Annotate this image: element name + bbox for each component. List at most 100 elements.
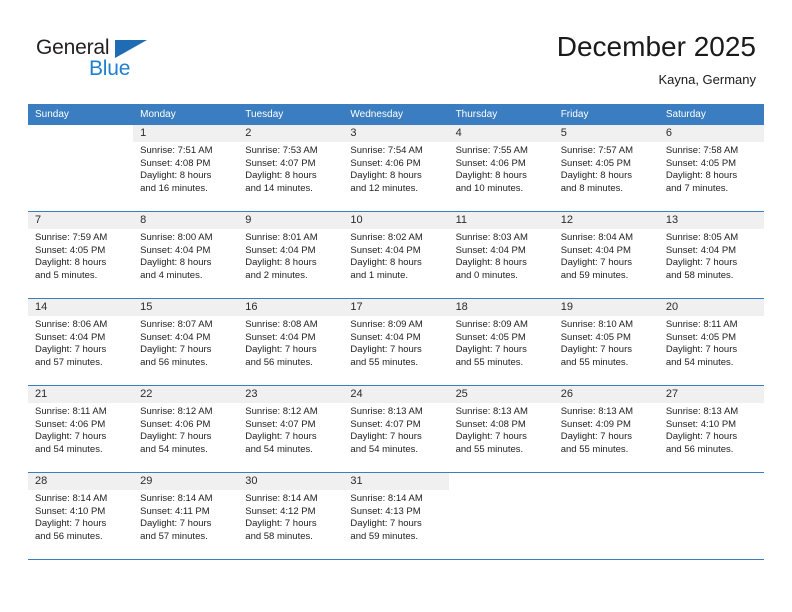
calendar-day-cell[interactable]: 17 Sunrise: 8:09 AM Sunset: 4:04 PM Dayligh… bbox=[343, 298, 449, 386]
general-blue-logo[interactable]: General Blue bbox=[36, 36, 196, 86]
calendar-day-cell[interactable]: 29 Sunrise: 8:14 AM Sunset: 4:11 PM Dayligh… bbox=[133, 472, 239, 560]
sunrise-time: Sunrise: 8:00 AM bbox=[140, 232, 213, 243]
daylight-line-1: Daylight: 7 hours bbox=[35, 344, 107, 356]
calendar-day-cell[interactable]: 28 Sunrise: 8:14 AM Sunset: 4:10 PM Dayligh… bbox=[28, 472, 134, 560]
day-number: 19 bbox=[553, 299, 659, 316]
sunset-time: Sunset: 4:13 PM bbox=[350, 505, 421, 517]
day-details: Sunrise: 8:01 AM Sunset: 4:04 PM Daylight:… bbox=[238, 229, 343, 282]
calendar-day-cell[interactable]: 14 Sunrise: 8:06 AM Sunset: 4:04 PM Dayligh… bbox=[28, 298, 134, 386]
calendar-day-cell[interactable]: 8 Sunrise: 8:00 AM Sunset: 4:04 PM Daylight… bbox=[133, 211, 239, 299]
day-details: Sunrise: 8:08 AM Sunset: 4:04 PM Daylight:… bbox=[238, 316, 343, 369]
day-number: 21 bbox=[28, 386, 134, 403]
day-details: Sunrise: 8:06 AM Sunset: 4:04 PM Daylight:… bbox=[28, 316, 133, 369]
calendar-day-cell[interactable]: 10 Sunrise: 8:02 AM Sunset: 4:04 PM Dayligh… bbox=[343, 211, 449, 299]
day-cell-inner: 22 Sunrise: 8:12 AM Sunset: 4:06 PM Dayligh… bbox=[133, 386, 239, 472]
day-details: Sunrise: 7:53 AM Sunset: 4:07 PM Daylight:… bbox=[238, 142, 343, 195]
sunset-time: Sunset: 4:09 PM bbox=[560, 418, 631, 430]
daylight-line-1: Daylight: 7 hours bbox=[245, 344, 317, 356]
daylight-line-2: and 58 minutes. bbox=[665, 269, 734, 281]
sunrise-time: Sunrise: 8:01 AM bbox=[245, 232, 318, 243]
day-number: 7 bbox=[28, 212, 134, 229]
calendar-day-cell[interactable]: 15 Sunrise: 8:07 AM Sunset: 4:04 PM Dayligh… bbox=[133, 298, 239, 386]
calendar-day-cell[interactable]: 13 Sunrise: 8:05 AM Sunset: 4:04 PM Dayligh… bbox=[658, 211, 764, 299]
day-number: 18 bbox=[448, 299, 554, 316]
day-cell-inner: 12 Sunrise: 8:04 AM Sunset: 4:04 PM Dayligh… bbox=[553, 212, 659, 298]
logo-text-blue: Blue bbox=[89, 57, 131, 80]
calendar-day-cell[interactable]: 9 Sunrise: 8:01 AM Sunset: 4:04 PM Daylight… bbox=[238, 211, 344, 299]
daylight-line-1: Daylight: 8 hours bbox=[455, 257, 527, 269]
calendar-day-cell[interactable]: 18 Sunrise: 8:09 AM Sunset: 4:05 PM Dayligh… bbox=[448, 298, 554, 386]
sunrise-time: Sunrise: 8:08 AM bbox=[245, 319, 318, 330]
day-number: 5 bbox=[553, 125, 659, 142]
day-details: Sunrise: 8:12 AM Sunset: 4:06 PM Daylight:… bbox=[133, 403, 238, 456]
sunrise-time: Sunrise: 8:06 AM bbox=[35, 319, 108, 330]
day-number: 20 bbox=[658, 299, 764, 316]
calendar-day-cell[interactable]: 21 Sunrise: 8:11 AM Sunset: 4:06 PM Dayligh… bbox=[28, 385, 134, 473]
day-number: 4 bbox=[448, 125, 554, 142]
day-cell-inner: 23 Sunrise: 8:12 AM Sunset: 4:07 PM Dayligh… bbox=[238, 386, 344, 472]
calendar-day-cell[interactable]: 25 Sunrise: 8:13 AM Sunset: 4:08 PM Dayligh… bbox=[448, 385, 554, 473]
sunset-time: Sunset: 4:05 PM bbox=[665, 331, 737, 343]
daylight-line-2: and 56 minutes. bbox=[35, 530, 103, 542]
daylight-line-2: and 56 minutes. bbox=[665, 443, 734, 455]
day-number: 26 bbox=[553, 386, 659, 403]
calendar-page: General Blue December 2025 Kayna, German… bbox=[0, 0, 792, 612]
calendar-day-cell[interactable]: 20 Sunrise: 8:11 AM Sunset: 4:05 PM Dayligh… bbox=[658, 298, 764, 386]
weekday-header-sunday: Sunday bbox=[28, 104, 134, 125]
daylight-line-1: Daylight: 7 hours bbox=[560, 257, 632, 269]
calendar-day-cell[interactable]: 4 Sunrise: 7:55 AM Sunset: 4:06 PM Daylight… bbox=[448, 125, 554, 212]
daylight-line-1: Daylight: 7 hours bbox=[350, 431, 422, 443]
day-number: 13 bbox=[658, 212, 764, 229]
daylight-line-2: and 55 minutes. bbox=[455, 356, 524, 368]
sunrise-time: Sunrise: 8:09 AM bbox=[455, 319, 528, 330]
day-cell-inner: 25 Sunrise: 8:13 AM Sunset: 4:08 PM Dayligh… bbox=[448, 386, 554, 472]
calendar-day-cell[interactable]: 16 Sunrise: 8:08 AM Sunset: 4:04 PM Dayligh… bbox=[238, 298, 344, 386]
calendar-day-cell[interactable]: 22 Sunrise: 8:12 AM Sunset: 4:06 PM Dayligh… bbox=[133, 385, 239, 473]
day-cell-inner: 4 Sunrise: 7:55 AM Sunset: 4:06 PM Daylight… bbox=[448, 125, 554, 211]
calendar-day-cell[interactable]: 3 Sunrise: 7:54 AM Sunset: 4:06 PM Daylight… bbox=[343, 125, 449, 212]
day-cell-inner: 10 Sunrise: 8:02 AM Sunset: 4:04 PM Dayligh… bbox=[343, 212, 449, 298]
calendar-day-cell[interactable]: 31 Sunrise: 8:14 AM Sunset: 4:13 PM Dayligh… bbox=[343, 472, 449, 560]
calendar-day-cell[interactable]: 26 Sunrise: 8:13 AM Sunset: 4:09 PM Dayligh… bbox=[553, 385, 659, 473]
daylight-line-2: and 54 minutes. bbox=[350, 443, 419, 455]
daylight-line-2: and 59 minutes. bbox=[560, 269, 629, 281]
daylight-line-2: and 56 minutes. bbox=[245, 356, 313, 368]
calendar-day-cell[interactable]: 24 Sunrise: 8:13 AM Sunset: 4:07 PM Dayligh… bbox=[343, 385, 449, 473]
day-cell-inner: 14 Sunrise: 8:06 AM Sunset: 4:04 PM Dayligh… bbox=[28, 299, 134, 385]
sunrise-sunset-calendar-table: Sunday Monday Tuesday Wednesday Thursday Frid… bbox=[28, 104, 764, 560]
sunrise-time: Sunrise: 8:13 AM bbox=[350, 406, 423, 417]
day-cell-inner: 13 Sunrise: 8:05 AM Sunset: 4:04 PM Dayligh… bbox=[658, 212, 764, 298]
calendar-day-cell[interactable]: 5 Sunrise: 7:57 AM Sunset: 4:05 PM Daylight… bbox=[553, 125, 659, 212]
sunrise-time: Sunrise: 8:12 AM bbox=[140, 406, 213, 417]
calendar-day-cell[interactable]: 11 Sunrise: 8:03 AM Sunset: 4:04 PM Dayligh… bbox=[448, 211, 554, 299]
calendar-week-row: 7 Sunrise: 7:59 AM Sunset: 4:05 PM Daylight… bbox=[28, 211, 764, 299]
daylight-line-2: and 54 minutes. bbox=[245, 443, 313, 455]
calendar-day-cell[interactable]: 27 Sunrise: 8:13 AM Sunset: 4:10 PM Dayligh… bbox=[658, 385, 764, 473]
daylight-line-1: Daylight: 7 hours bbox=[455, 344, 527, 356]
day-number: 30 bbox=[238, 473, 344, 490]
calendar-day-cell[interactable]: 30 Sunrise: 8:14 AM Sunset: 4:12 PM Dayligh… bbox=[238, 472, 344, 560]
calendar-day-cell[interactable]: 2 Sunrise: 7:53 AM Sunset: 4:07 PM Daylight… bbox=[238, 125, 344, 212]
sunset-time: Sunset: 4:04 PM bbox=[350, 331, 421, 343]
weekday-header-row: Sunday Monday Tuesday Wednesday Thursday Frid… bbox=[28, 104, 764, 125]
daylight-line-1: Daylight: 7 hours bbox=[245, 518, 317, 530]
day-cell-inner: 8 Sunrise: 8:00 AM Sunset: 4:04 PM Daylight… bbox=[133, 212, 239, 298]
calendar-day-cell[interactable]: 23 Sunrise: 8:12 AM Sunset: 4:07 PM Dayligh… bbox=[238, 385, 344, 473]
day-details: Sunrise: 8:13 AM Sunset: 4:09 PM Daylight:… bbox=[554, 403, 659, 456]
calendar-day-cell[interactable]: 6 Sunrise: 7:58 AM Sunset: 4:05 PM Daylight… bbox=[658, 125, 764, 212]
calendar-day-cell[interactable]: 12 Sunrise: 8:04 AM Sunset: 4:04 PM Dayligh… bbox=[553, 211, 659, 299]
daylight-line-2: and 1 minute. bbox=[350, 269, 408, 281]
day-details: Sunrise: 8:14 AM Sunset: 4:13 PM Daylight:… bbox=[343, 490, 448, 543]
calendar-body: 1 Sunrise: 7:51 AM Sunset: 4:08 PM Daylight… bbox=[28, 125, 764, 560]
calendar-day-cell[interactable]: 7 Sunrise: 7:59 AM Sunset: 4:05 PM Daylight… bbox=[28, 211, 134, 299]
calendar-day-cell[interactable]: 19 Sunrise: 8:10 AM Sunset: 4:05 PM Dayligh… bbox=[553, 298, 659, 386]
day-cell-inner bbox=[448, 473, 554, 559]
sunrise-time: Sunrise: 8:11 AM bbox=[35, 406, 107, 417]
day-details: Sunrise: 7:55 AM Sunset: 4:06 PM Daylight:… bbox=[449, 142, 554, 195]
day-number: 15 bbox=[133, 299, 239, 316]
calendar-cell-empty bbox=[553, 472, 659, 560]
calendar-day-cell[interactable]: 1 Sunrise: 7:51 AM Sunset: 4:08 PM Daylight… bbox=[133, 125, 239, 212]
daylight-line-2: and 57 minutes. bbox=[140, 530, 208, 542]
calendar-week-row: 21 Sunrise: 8:11 AM Sunset: 4:06 PM Dayligh… bbox=[28, 385, 764, 473]
day-cell-inner: 30 Sunrise: 8:14 AM Sunset: 4:12 PM Dayligh… bbox=[238, 473, 344, 559]
